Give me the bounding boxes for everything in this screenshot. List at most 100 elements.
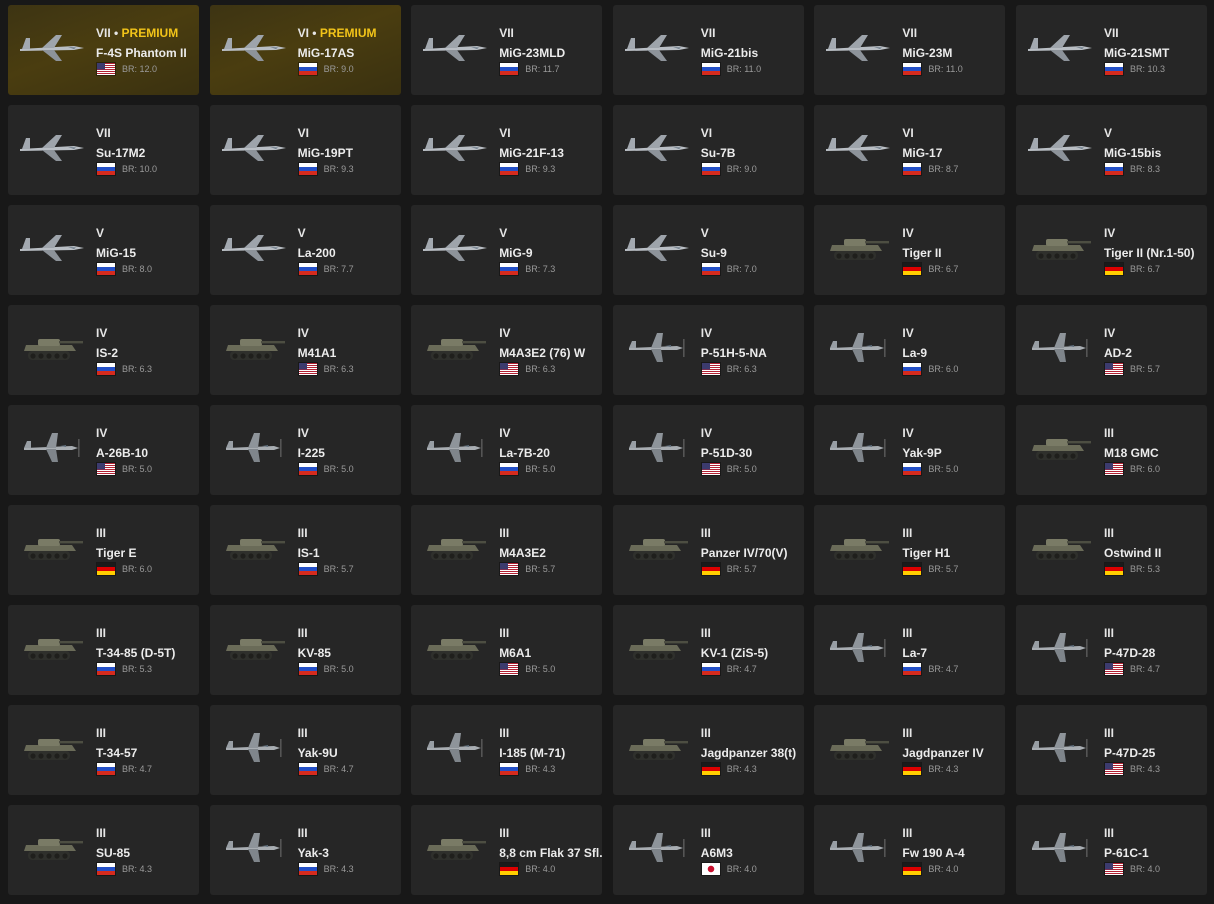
- battle-rating: BR: 4.7: [1129, 664, 1160, 674]
- vehicle-card-yak-9p[interactable]: IV Yak-9P BR: 5.0: [814, 405, 1006, 495]
- vehicle-tier: IV: [297, 326, 309, 340]
- flag-ussr-icon: [903, 63, 922, 75]
- vehicle-card-la-7[interactable]: III La-7 BR: 4.7: [814, 605, 1006, 695]
- vehicle-card-yak-3[interactable]: III Yak-3 BR: 4.3: [209, 805, 401, 895]
- vehicle-card-p-47d-25[interactable]: III P-47D-25 BR: 4.3: [1015, 705, 1207, 795]
- vehicle-card-p-51d-30[interactable]: IV P-51D-30 BR: 5.0: [612, 405, 804, 495]
- prop-aircraft-icon: [621, 429, 693, 465]
- vehicle-name: M4A3E2 (76) W: [499, 346, 586, 360]
- vehicle-name: T-34-57: [96, 746, 138, 760]
- vehicle-card-su-7b[interactable]: VI Su-7B BR: 9.0: [612, 105, 804, 195]
- vehicle-card-m18-gmc[interactable]: III M18 GMC BR: 6.0: [1015, 405, 1207, 495]
- vehicle-card-panzer-iv-70-v[interactable]: III Panzer IV/70(V) BR: 5.7: [612, 505, 804, 595]
- vehicle-tier: IV: [1103, 226, 1116, 240]
- vehicle-card-8-8-cm-flak-37-sfl[interactable]: III 8,8 cm Flak 37 Sfl. BR: 4.0: [411, 805, 603, 895]
- battle-rating: BR: 6.0: [122, 564, 153, 574]
- vehicle-card-yak-9u[interactable]: III Yak-9U BR: 4.7: [209, 705, 401, 795]
- vehicle-tier: V: [1103, 126, 1112, 140]
- vehicle-card-mig-17[interactable]: VI MiG-17 BR: 8.7: [814, 105, 1006, 195]
- vehicle-card-i-225[interactable]: IV I-225 BR: 5.0: [209, 405, 401, 495]
- vehicle-card-p-47d-28[interactable]: III P-47D-28 BR: 4.7: [1015, 605, 1207, 695]
- tank-icon: [218, 629, 290, 665]
- vehicle-card-mig-15bis[interactable]: V MiG-15bis BR: 8.3: [1015, 105, 1207, 195]
- vehicle-tier: VII: [1103, 26, 1119, 40]
- vehicle-card-mig-9[interactable]: V MiG-9 BR: 7.3: [411, 205, 603, 295]
- flag-germany-icon: [903, 863, 922, 875]
- flag-usa-icon: [1104, 863, 1123, 875]
- vehicle-card-jagdpanzer-iv[interactable]: III Jagdpanzer IV BR: 4.3: [814, 705, 1006, 795]
- vehicle-card-is-1[interactable]: III IS-1 BR: 5.7: [209, 505, 401, 595]
- vehicle-card-mig-21f-13[interactable]: VI MiG-21F-13 BR: 9.3: [411, 105, 603, 195]
- flag-ussr-icon: [298, 63, 317, 75]
- vehicle-card-t-34-85-d-5t[interactable]: III T-34-85 (D-5T) BR: 5.3: [8, 605, 199, 695]
- vehicle-tier: III: [499, 826, 510, 840]
- vehicle-card-i-185-m-71[interactable]: III I-185 (M-71) BR: 4.3: [411, 705, 603, 795]
- vehicle-tier: III: [700, 526, 711, 540]
- vehicle-name: KV-85: [297, 646, 331, 660]
- battle-rating: BR: 4.7: [928, 664, 959, 674]
- battle-rating: BR: 4.0: [1129, 864, 1160, 874]
- flag-usa-icon: [1104, 763, 1123, 775]
- vehicle-card-su-17m2[interactable]: VII Su-17M2 BR: 10.0: [8, 105, 199, 195]
- prop-aircraft-icon: [1024, 629, 1096, 665]
- battle-rating: BR: 5.7: [726, 564, 757, 574]
- vehicle-card-m6a1[interactable]: III M6A1 BR: 5.0: [411, 605, 603, 695]
- jet-aircraft-icon: [1024, 129, 1096, 165]
- vehicle-card-la-7b-20[interactable]: IV La-7B-20 BR: 5.0: [411, 405, 603, 495]
- vehicle-card-m4a3e2-76-w[interactable]: IV M4A3E2 (76) W BR: 6.3: [411, 305, 603, 395]
- vehicle-card-jagdpanzer-38-t[interactable]: III Jagdpanzer 38(t) BR: 4.3: [612, 705, 804, 795]
- battle-rating: BR: 7.0: [726, 264, 757, 274]
- tank-icon: [822, 229, 894, 265]
- vehicle-card-mig-19pt[interactable]: VI MiG-19PT BR: 9.3: [209, 105, 401, 195]
- vehicle-card-mig-21smt[interactable]: VII MiG-21SMT BR: 10.3: [1015, 5, 1207, 95]
- vehicle-card-kv-85[interactable]: III KV-85 BR: 5.0: [209, 605, 401, 695]
- tank-icon: [419, 829, 491, 865]
- vehicle-card-mig-17as[interactable]: VI • PREMIUM MiG-17AS BR: 9.0: [209, 5, 401, 95]
- vehicle-name: SU-85: [96, 846, 131, 860]
- vehicle-name: Fw 190 A-4: [902, 846, 965, 860]
- vehicle-card-tiger-ii[interactable]: IV Tiger II BR: 6.7: [814, 205, 1006, 295]
- vehicle-card-la-9[interactable]: IV La-9 BR: 6.0: [814, 305, 1006, 395]
- vehicle-card-m41a1[interactable]: IV M41A1 BR: 6.3: [209, 305, 401, 395]
- vehicle-card-tiger-e[interactable]: III Tiger E BR: 6.0: [8, 505, 199, 595]
- flag-ussr-icon: [701, 163, 720, 175]
- flag-usa-icon: [701, 363, 720, 375]
- jet-aircraft-icon: [419, 29, 491, 65]
- vehicle-card-m4a3e2[interactable]: III M4A3E2 BR: 5.7: [411, 505, 603, 595]
- battle-rating: BR: 4.7: [122, 764, 153, 774]
- flag-ussr-icon: [701, 263, 720, 275]
- vehicle-card-mig-21bis[interactable]: VII MiG-21bis BR: 11.0: [612, 5, 804, 95]
- vehicle-card-la-200[interactable]: V La-200 BR: 7.7: [209, 205, 401, 295]
- vehicle-card-mig-23m[interactable]: VII MiG-23M BR: 11.0: [814, 5, 1006, 95]
- vehicle-tier: IV: [1103, 326, 1116, 340]
- vehicle-name: 8,8 cm Flak 37 Sfl.: [499, 846, 603, 860]
- vehicle-card-su-9[interactable]: V Su-9 BR: 7.0: [612, 205, 804, 295]
- vehicle-card-fw-190-a-4[interactable]: III Fw 190 A-4 BR: 4.0: [814, 805, 1006, 895]
- flag-usa-icon: [500, 363, 519, 375]
- battle-rating: BR: 9.3: [525, 164, 556, 174]
- jet-aircraft-icon: [1024, 29, 1096, 65]
- battle-rating: BR: 4.3: [122, 864, 153, 874]
- vehicle-card-a-26b-10[interactable]: IV A-26B-10 BR: 5.0: [8, 405, 199, 495]
- vehicle-tier: III: [499, 626, 510, 640]
- vehicle-card-is-2[interactable]: IV IS-2 BR: 6.3: [8, 305, 199, 395]
- premium-badge: PREMIUM: [319, 26, 377, 40]
- flag-germany-icon: [701, 763, 720, 775]
- vehicle-card-t-34-57[interactable]: III T-34-57 BR: 4.7: [8, 705, 199, 795]
- vehicle-card-p-61c-1[interactable]: III P-61C-1 BR: 4.0: [1015, 805, 1207, 895]
- vehicle-card-a6m3[interactable]: III A6M3 BR: 4.0: [612, 805, 804, 895]
- vehicle-card-tiger-h1[interactable]: III Tiger H1 BR: 5.7: [814, 505, 1006, 595]
- vehicle-card-tiger-ii-nr-1-50[interactable]: IV Tiger II (Nr.1-50) BR: 6.7: [1015, 205, 1207, 295]
- vehicle-tier: IV: [902, 426, 914, 440]
- vehicle-card-p-51h-5-na[interactable]: IV P-51H-5-NA BR: 6.3: [612, 305, 804, 395]
- vehicle-card-ostwind-ii[interactable]: III Ostwind II BR: 5.3: [1015, 505, 1207, 595]
- vehicle-card-ad-2[interactable]: IV AD-2 BR: 5.7: [1015, 305, 1207, 395]
- battle-rating: BR: 4.0: [726, 864, 757, 874]
- flag-usa-icon: [500, 663, 519, 675]
- vehicle-card-su-85[interactable]: III SU-85 BR: 4.3: [8, 805, 199, 895]
- vehicle-card-mig-15[interactable]: V MiG-15 BR: 8.0: [8, 205, 199, 295]
- vehicle-card-mig-23mld[interactable]: VII MiG-23MLD BR: 11.7: [411, 5, 603, 95]
- vehicle-name: P-51H-5-NA: [700, 346, 767, 360]
- vehicle-card-f-4s-phantom-ii[interactable]: VII • PREMIUM F-4S Phantom II BR: 12.0: [8, 5, 199, 95]
- vehicle-card-kv-1-zis-5[interactable]: III KV-1 (ZiS-5) BR: 4.7: [612, 605, 804, 695]
